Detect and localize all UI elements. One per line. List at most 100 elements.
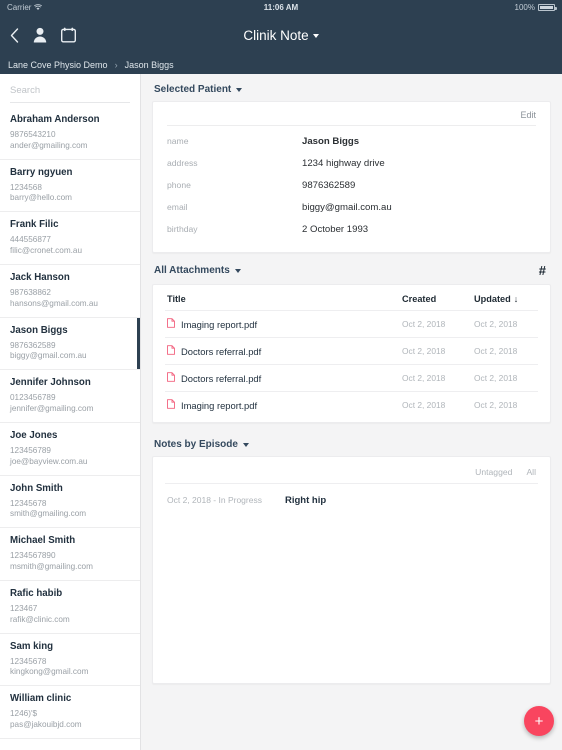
- patient-field-row: birthday 2 October 1993: [167, 218, 536, 240]
- patient-name: Jack Hanson: [10, 271, 70, 283]
- table-row[interactable]: Doctors referral.pdf Oct 2, 2018 Oct 2, 20…: [165, 337, 538, 364]
- patient-name: Frank Filic: [10, 219, 59, 231]
- patient-name: Abraham Anderson: [10, 114, 100, 125]
- attachment-updated: Oct 2, 2018: [474, 400, 518, 410]
- patient-email: rafik@clinic.com: [10, 614, 70, 624]
- list-item[interactable]: Joe Jones 123456789 joe@bayview.com.au: [0, 423, 140, 476]
- notes-section-toggle[interactable]: Notes by Episode: [154, 439, 249, 450]
- breadcrumb-root[interactable]: Lane Cove Physio Demo: [8, 60, 108, 70]
- pdf-file-icon: [167, 345, 175, 357]
- attachment-created: Oct 2, 2018: [402, 373, 446, 383]
- plus-icon: +: [534, 712, 544, 730]
- patient-phone: 444556877: [10, 235, 51, 245]
- search-input[interactable]: [10, 83, 130, 100]
- edit-button[interactable]: Edit: [520, 110, 536, 120]
- list-item[interactable]: John Smith 12345678 smith@gmailing.com: [0, 476, 140, 529]
- attachment-title: Imaging report.pdf: [181, 318, 258, 330]
- list-item[interactable]: Barry ngyuen 1234568 barry@hello.com: [0, 160, 140, 213]
- app-title-label: Clinik Note: [243, 27, 309, 43]
- patient-email: ander@gmailing.com: [10, 140, 88, 150]
- list-item[interactable]: Rafic habib 123467 rafik@clinic.com: [0, 581, 140, 634]
- patient-phone: 9876362589: [10, 340, 56, 350]
- table-row[interactable]: Imaging report.pdf Oct 2, 2018 Oct 2, 2018: [165, 391, 538, 418]
- status-clock: 11:06 AM: [263, 2, 299, 12]
- calendar-icon[interactable]: [61, 27, 76, 43]
- list-item[interactable]: Jack Hanson 987638862 hansons@gmail.com.au: [0, 265, 140, 318]
- patient-email: jennifer@gmailing.com: [10, 404, 94, 414]
- patient-sidebar[interactable]: Abraham Anderson 9876543210ander@gmailing…: [0, 74, 141, 750]
- hashtag-icon[interactable]: #: [539, 263, 549, 278]
- field-value: Jason Biggs: [302, 135, 360, 147]
- patient-card-actions: Edit: [167, 108, 536, 125]
- patient-field-row: email biggy@gmail.com.au: [167, 196, 536, 218]
- attachments-card: Title Created Updated ↓ Imaging report.pd…: [152, 284, 551, 423]
- back-chevron-icon[interactable]: [10, 27, 19, 43]
- attachments-label: All Attachments: [154, 265, 230, 276]
- patient-phone: 123467: [10, 603, 38, 613]
- list-item[interactable]: Sam king 12345678 kingkong@gmail.com: [0, 634, 140, 687]
- attachments-section-toggle[interactable]: All Attachments: [154, 265, 241, 276]
- breadcrumb-current[interactable]: Jason Biggs: [125, 60, 174, 70]
- patient-list[interactable]: Abraham Anderson 9876543210 ander@gmailing…: [0, 107, 140, 739]
- patient-email: barry@hello.com: [10, 193, 73, 203]
- field-value: biggy@gmail.com.au: [302, 201, 392, 213]
- note-row[interactable]: Oct 2, 2018 - In Progress Right hip: [165, 484, 538, 506]
- patient-name: Barry ngyuen: [10, 166, 73, 178]
- list-item[interactable]: Abraham Anderson 9876543210 ander@gmailing…: [0, 107, 140, 160]
- page-body: Abraham Anderson 9876543210ander@gmailing…: [0, 74, 562, 750]
- filter-all[interactable]: All: [526, 467, 536, 477]
- note-title: Right hip: [285, 495, 327, 506]
- patient-name: William clinic: [10, 693, 72, 705]
- patient-field-row: address 1234 highway drive: [167, 152, 536, 174]
- filter-untagged[interactable]: Untagged: [475, 467, 512, 477]
- selected-patient-label: Selected Patient: [154, 84, 232, 95]
- selected-patient-card: Edit name Jason Biggs address 1234 highway …: [152, 101, 551, 253]
- patient-name: Jason Biggs: [10, 324, 68, 336]
- column-header-updated[interactable]: Updated ↓: [474, 294, 536, 304]
- list-item[interactable]: Michael Smith 1234567890 msmith@gmailing.c…: [0, 528, 140, 581]
- patient-phone: 987638862: [10, 287, 51, 297]
- column-header-created[interactable]: Created: [402, 294, 474, 304]
- patient-phone: 1234567890: [10, 551, 56, 561]
- patient-phone: 0123456789: [10, 393, 56, 403]
- notes-card: Untagged All Oct 2, 2018 - In Progress Ri…: [152, 456, 551, 684]
- field-value: 2 October 1993: [302, 223, 369, 235]
- table-row[interactable]: Imaging report.pdf Oct 2, 2018 Oct 2, 2018: [165, 310, 538, 337]
- patient-field-row: phone 9876362589: [167, 174, 536, 196]
- patient-email: joe@bayview.com.au: [10, 456, 88, 466]
- patient-phone: 12345678: [10, 656, 47, 666]
- attachment-created: Oct 2, 2018: [402, 319, 446, 329]
- attachment-title: Imaging report.pdf: [181, 399, 258, 411]
- patient-phone: 12345678: [10, 498, 47, 508]
- field-label: phone: [167, 179, 191, 190]
- person-icon[interactable]: [33, 27, 47, 43]
- list-item[interactable]: Frank Filic 444556877 filic@cronet.com.au: [0, 212, 140, 265]
- selected-patient-section-toggle[interactable]: Selected Patient: [154, 84, 243, 95]
- field-label: birthday: [167, 223, 198, 234]
- list-item[interactable]: William clinic 1246)'$ pas@jakouibjd.com: [0, 686, 140, 739]
- note-date: Oct 2, 2018 - In Progress: [167, 495, 262, 505]
- notes-label: Notes by Episode: [154, 439, 238, 450]
- app-title-dropdown[interactable]: Clinik Note: [0, 28, 562, 43]
- list-item[interactable]: Jason Biggs 9876362589 biggy@gmail.com.au: [0, 317, 140, 371]
- patient-email: msmith@gmailing.com: [10, 562, 93, 572]
- notes-filters: Untagged All: [165, 461, 538, 483]
- patient-email: filic@cronet.com.au: [10, 246, 83, 256]
- main-content: Selected Patient Edit name Jason Biggs add…: [141, 74, 562, 750]
- patient-name: Rafic habib: [10, 587, 63, 599]
- column-header-title[interactable]: Title: [167, 294, 402, 304]
- patient-name: Sam king: [10, 640, 54, 652]
- patient-email: hansons@gmail.com.au: [10, 298, 98, 308]
- attachment-created: Oct 2, 2018: [402, 400, 446, 410]
- field-label: address: [167, 157, 198, 168]
- notes-header: Notes by Episode: [152, 423, 551, 456]
- add-button[interactable]: +: [524, 706, 554, 736]
- patient-name: Michael Smith: [10, 535, 76, 547]
- list-item[interactable]: Jennifer Johnson 0123456789 jennifer@gmail…: [0, 370, 140, 423]
- chevron-down-icon: [236, 87, 243, 92]
- attachment-updated: Oct 2, 2018: [474, 319, 518, 329]
- column-header-updated-label: Updated: [474, 294, 511, 304]
- chevron-down-icon: [234, 268, 241, 273]
- notes-list: Oct 2, 2018 - In Progress Right hip: [165, 484, 538, 506]
- table-row[interactable]: Doctors referral.pdf Oct 2, 2018 Oct 2, 20…: [165, 364, 538, 391]
